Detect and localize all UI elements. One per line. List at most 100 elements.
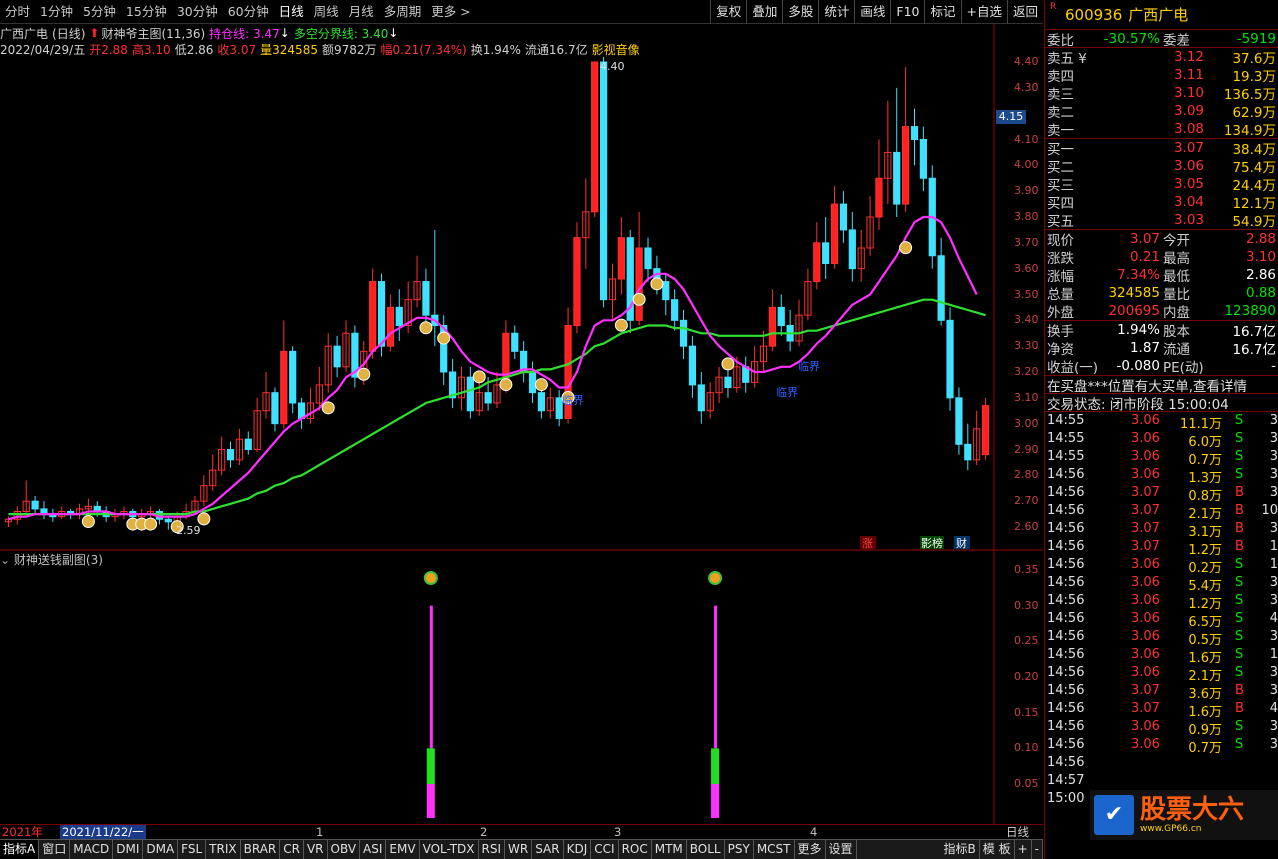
indicator-tab[interactable]: SAR [532,840,564,859]
bids-row[interactable]: 买四 3.04 12.1万 [1045,193,1278,212]
tick-side: S [1235,629,1244,644]
candle-body [31,500,39,510]
tick-list[interactable]: 14:55 3.06 11.1万 S 3 14:55 3.06 6.0万 S 3 14:55 3.06… [1045,412,1278,808]
kline-chart[interactable]: 4.402.59临界临界临界涨 影榜财 [0,0,1044,824]
indicator-tab[interactable]: DMI [113,840,144,859]
low-price-label: 2.59 [176,524,201,537]
asks-volume: 136.5万 [1223,87,1276,103]
signal-line [714,605,718,749]
tick-time: 14:56 [1047,701,1085,716]
signal-green-bar [711,748,720,784]
tick-row: 14:56 3.07 2.1万 B 10 [1045,502,1278,522]
indicator-tab[interactable]: RSI [479,840,506,859]
tick-time: 14:56 [1047,683,1085,698]
tick-time: 14:56 [1047,521,1085,536]
indicator-tab[interactable]: OBV [328,840,361,859]
indicator-tab[interactable]: ASI [360,840,387,859]
indicator-tab[interactable]: ROC [619,840,652,859]
asks-row[interactable]: 卖四 3.11 19.3万 [1045,66,1278,85]
first-date-label: 2021/11/22/一 [60,825,146,840]
indicator-tab[interactable]: CCI [591,840,619,859]
indicator-tab[interactable]: CR [280,840,304,859]
gold-coin-icon [708,571,723,585]
chart-logo-icon: ✔ [1094,795,1134,835]
tick-count: 3 [1269,593,1278,608]
bids-row[interactable]: 买二 3.06 75.4万 [1045,157,1278,176]
big-order-notice[interactable]: 在买盘***位置有大买单,查看详情 [1047,375,1247,395]
price-tick: 3.60 [1014,261,1039,275]
indicator-tab[interactable]: 指标A [0,840,40,859]
tick-row: 14:56 3.07 1.2万 B 1 [1045,538,1278,558]
candle-body [164,518,172,523]
tick-time: 14:56 [1047,737,1085,752]
price-tick: 3.30 [1014,339,1039,353]
stat-value: 16.7亿 [1232,342,1276,358]
tick-count: 4 [1269,701,1278,716]
tick-time: 14:56 [1047,539,1085,554]
indicator-tab[interactable]: MTM [652,840,687,859]
asks-row[interactable]: 卖三 3.10 136.5万 [1045,84,1278,103]
indicator-tab[interactable]: WR [505,840,533,859]
indicator-tab[interactable]: PSY [725,840,754,859]
indicator-tab[interactable]: 设置 [826,840,857,859]
watermark-logo: ✔ 股票大六 www.GP66.cn [1090,790,1278,840]
bids-row[interactable]: 买五 3.03 54.9万 [1045,211,1278,230]
indicator-tab[interactable]: FSL [178,840,207,859]
bids-row[interactable]: 买三 3.05 24.4万 [1045,175,1278,194]
ask-book: 卖五 ¥ 3.12 37.6万 卖四 3.11 19.3万 卖三 3.10 136.5万 卖二 3.… [1045,48,1278,139]
bids-row[interactable]: 买一 3.07 38.4万 [1045,139,1278,158]
candle-body [280,350,288,425]
month-label-4: 4 [810,825,818,839]
asks-row[interactable]: 卖二 3.09 62.9万 [1045,102,1278,121]
indicator-tab-right[interactable]: - [1032,840,1043,859]
bids-price: 3.04 [1173,194,1204,210]
money-bag-icon [721,357,735,371]
notice-row[interactable]: 在买盘***位置有大买单,查看详情 [1045,375,1278,395]
tick-time: 14:56 [1047,467,1085,482]
tick-time: 14:56 [1047,593,1085,608]
money-bag-icon [321,401,335,415]
price-tick: 3.20 [1014,365,1039,378]
tick-side: S [1235,737,1244,752]
candle-body [635,247,643,321]
price-tick: 3.10 [1014,390,1039,404]
indicator-tab[interactable]: BRAR [241,840,281,859]
indicator-tab[interactable]: TRIX [206,840,241,859]
indicator-tab[interactable]: DMA [143,840,179,859]
candle-body [910,126,919,141]
candle-body [644,247,652,270]
stat-value: 0.88 [1245,285,1276,301]
indicator-tab[interactable]: VR [304,840,328,859]
indicator-tab[interactable]: 更多 [795,840,826,859]
candle-body [955,397,963,445]
money-bag-icon [534,378,548,392]
candle-body [484,392,492,404]
tick-count: 1 [1269,539,1278,554]
indicator-tab[interactable]: MACD [70,840,114,859]
asks-row[interactable]: 卖一 3.08 134.9万 [1045,120,1278,139]
indicator-tab[interactable]: MCST [754,840,795,859]
indicator-tab-right[interactable]: 模 板 [980,840,1015,859]
tick-row: 14:56 3.06 1.6万 S 1 [1045,646,1278,666]
indicator-tab[interactable]: BOLL [687,840,725,859]
sub-indicator-name[interactable]: 财神送钱副图(3) [14,553,103,567]
tab-spacer [857,840,941,859]
indicator-tab[interactable]: VOL-TDX [420,840,479,859]
stat-label: 今开 [1163,233,1190,249]
candle-body [333,345,341,368]
trade-status: 交易状态: 闭市阶段 15:00:04 [1047,396,1229,413]
tick-price: 3.06 [1131,719,1160,734]
asks-row[interactable]: 卖五 ¥ 3.12 37.6万 [1045,48,1278,67]
candle-body [981,405,990,456]
bids-volume: 75.4万 [1232,160,1276,176]
axis-mode-label[interactable]: 日线 [1006,825,1029,840]
chevron-down-icon[interactable]: ⌄ [0,553,10,567]
indicator-tab-right[interactable]: 指标B [941,840,980,859]
indicator-tab[interactable]: KDJ [564,840,592,859]
indicator-tab[interactable]: EMV [386,840,420,859]
stat-value: -0.080 [1116,358,1160,374]
asks-label: 卖二 [1047,105,1074,121]
indicator-tab[interactable]: 窗口 [39,840,71,859]
indicator-tab-right[interactable]: + [1015,840,1032,859]
asks-volume: 62.9万 [1232,105,1276,121]
